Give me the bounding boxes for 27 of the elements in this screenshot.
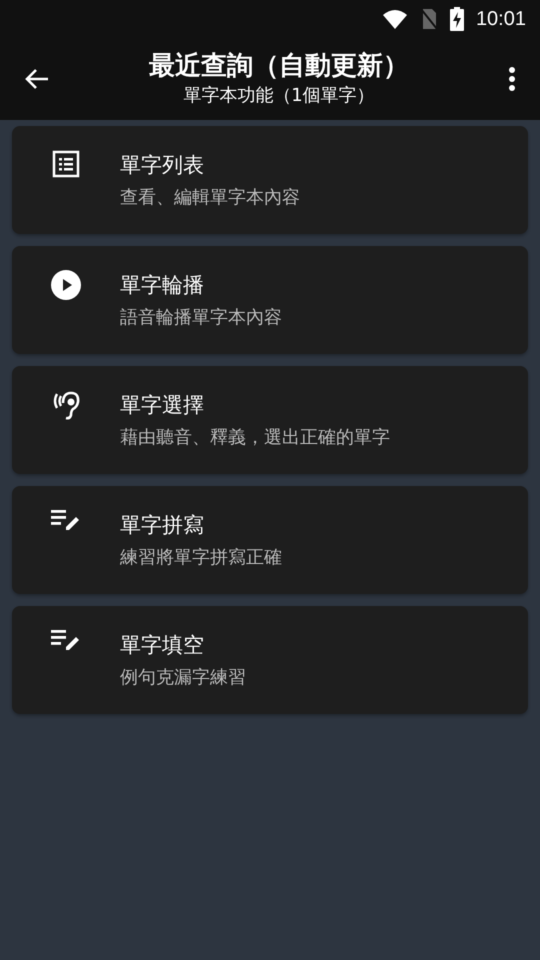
card-description: 查看、編輯單字本內容 — [120, 186, 300, 209]
card-title: 單字選擇 — [120, 392, 205, 419]
edit-list-icon — [51, 510, 81, 532]
edit-list-icon — [51, 630, 81, 652]
list-icon — [52, 150, 80, 178]
card-description: 藉由聽音、釋義，選出正確的單字 — [120, 426, 390, 449]
card-description: 語音輪播單字本內容 — [120, 306, 282, 329]
card-title: 單字拼寫 — [120, 512, 205, 539]
more-icon — [508, 66, 516, 92]
play-icon — [51, 270, 81, 300]
card-title: 單字填空 — [120, 632, 205, 659]
battery-charging-icon — [450, 7, 464, 31]
feature-card[interactable]: 單字輪播 語音輪播單字本內容 — [12, 246, 528, 354]
feature-card[interactable]: 單字填空 例句克漏字練習 — [12, 606, 528, 714]
back-arrow-icon — [24, 67, 50, 91]
feature-card[interactable]: 單字列表 查看、編輯單字本內容 — [12, 126, 528, 234]
card-description: 練習將單字拼寫正確 — [120, 546, 282, 569]
toolbar-title: 最近查詢（自動更新） — [149, 50, 409, 83]
card-description: 例句克漏字練習 — [120, 666, 246, 689]
feature-card[interactable]: 單字選擇 藉由聽音、釋義，選出正確的單字 — [12, 366, 528, 474]
wifi-icon — [382, 9, 408, 29]
toolbar-subtitle: 單字本功能（1個單字） — [183, 84, 375, 108]
status-time: 10:01 — [476, 8, 526, 30]
feature-card[interactable]: 單字拼寫 練習將單字拼寫正確 — [12, 486, 528, 594]
ear-icon — [52, 390, 80, 420]
card-title: 單字輪播 — [120, 272, 205, 299]
card-title: 單字列表 — [120, 152, 205, 179]
